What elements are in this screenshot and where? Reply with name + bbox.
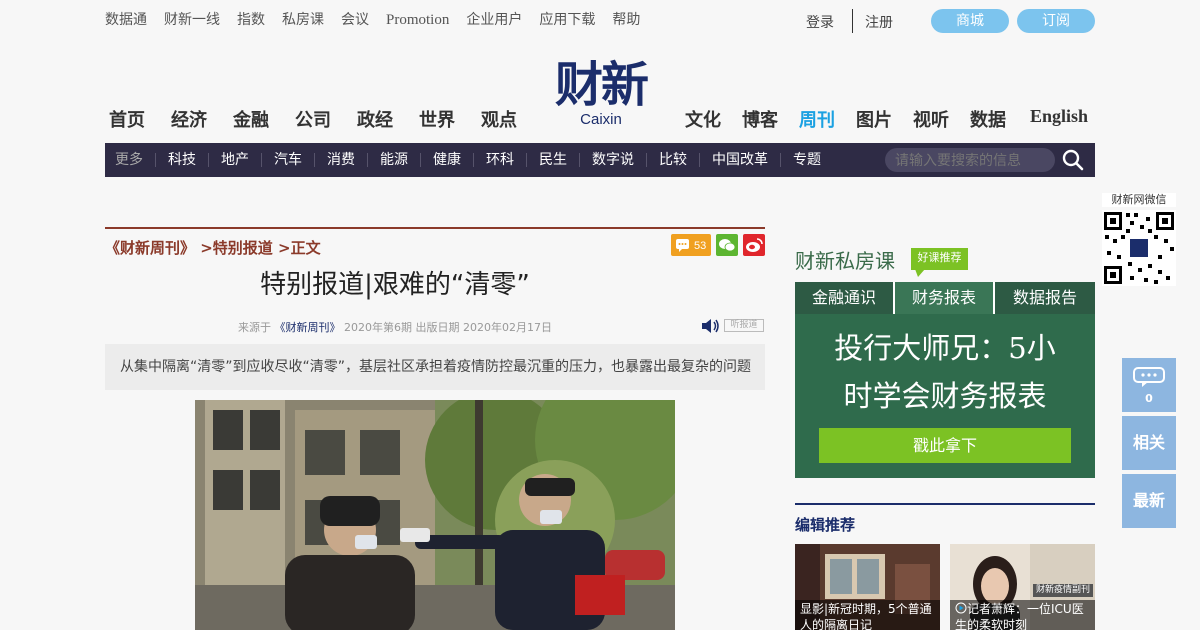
- wechat-qr-code: [1102, 210, 1176, 286]
- article-title: 特别报道|艰难的“清零”: [260, 270, 530, 300]
- nav-item[interactable]: 首页: [109, 106, 145, 132]
- register-link[interactable]: 注册: [865, 12, 893, 32]
- play-icon: [955, 602, 967, 614]
- nav-item[interactable]: 公司: [295, 106, 331, 132]
- sub-nav-item[interactable]: 地产: [208, 153, 261, 167]
- top-link[interactable]: 财新一线: [164, 11, 220, 29]
- meta-date: 2020年第6期 出版日期 2020年02月17日: [344, 321, 552, 334]
- float-comment-count: 0: [1145, 392, 1153, 405]
- nav-item-active[interactable]: 周刊: [799, 106, 835, 132]
- top-link[interactable]: 企业用户: [466, 11, 522, 29]
- tab-data-report[interactable]: 数据报告: [995, 282, 1095, 314]
- article-meta: 来源于 《财新周刊》 2020年第6期 出版日期 2020年02月17日: [105, 319, 685, 335]
- comment-count: 53: [694, 240, 706, 252]
- sub-nav-item[interactable]: 能源: [367, 153, 420, 167]
- login-link[interactable]: 登录: [806, 12, 834, 32]
- top-link[interactable]: 数据通: [105, 11, 147, 29]
- nav-item[interactable]: 经济: [171, 106, 207, 132]
- shop-button[interactable]: 商城: [931, 9, 1009, 33]
- comment-icon: 53: [676, 239, 706, 252]
- search-icon[interactable]: [1062, 149, 1084, 171]
- thumb-tag: 财新疫情副刊: [1032, 584, 1093, 597]
- promo-cta-button[interactable]: 戳此拿下: [819, 428, 1071, 463]
- promo-line-1: 投行大师兄：5小: [834, 331, 1056, 365]
- sub-nav-item[interactable]: 民生: [526, 153, 579, 167]
- editor-pick-rule: [795, 503, 1095, 505]
- comment-count-button[interactable]: 53: [671, 234, 711, 256]
- sub-nav-more[interactable]: 更多: [115, 153, 155, 167]
- qr-label: 财新网微信: [1102, 193, 1176, 207]
- subscribe-button[interactable]: 订阅: [1017, 9, 1095, 33]
- speaker-icon[interactable]: [701, 318, 721, 334]
- nav-item[interactable]: 文化: [685, 106, 721, 132]
- promo-headline: 投行大师兄：5小 时学会财务报表: [795, 324, 1095, 420]
- logo-text-cn: 财新: [554, 57, 649, 113]
- editor-pick-title: 编辑推荐: [795, 516, 856, 534]
- nav-item[interactable]: 数据: [970, 106, 1006, 132]
- nav-item[interactable]: 视听: [913, 106, 949, 132]
- nav-item-english[interactable]: English: [1030, 106, 1088, 127]
- sub-nav-item[interactable]: 健康: [420, 153, 473, 167]
- search-input[interactable]: [885, 148, 1055, 172]
- top-link[interactable]: Promotion: [386, 11, 449, 29]
- tab-financial-statements[interactable]: 财务报表: [893, 282, 995, 314]
- editor-pick-card[interactable]: 财新疫情副刊 记者萧辉：一位ICU医生的柔软时刻: [950, 544, 1095, 630]
- sub-nav-item[interactable]: 比较: [646, 153, 699, 167]
- meta-prefix: 来源于: [238, 321, 271, 334]
- badge-pointer: [915, 269, 925, 277]
- nav-item[interactable]: 博客: [742, 106, 778, 132]
- recommend-badge: 好课推荐: [911, 248, 968, 270]
- top-link[interactable]: 会议: [341, 11, 369, 29]
- sub-nav-item[interactable]: 专题: [780, 153, 833, 167]
- top-link[interactable]: 私房课: [282, 11, 324, 29]
- weibo-icon: [746, 238, 763, 252]
- wechat-share-button[interactable]: [716, 234, 738, 256]
- sub-nav-item[interactable]: 科技: [155, 153, 208, 167]
- comment-bubble-icon: [1133, 367, 1165, 387]
- nav-item[interactable]: 金融: [233, 106, 269, 132]
- private-class-title[interactable]: 财新私房课: [795, 245, 895, 274]
- sub-nav-item[interactable]: 数字说: [579, 153, 646, 167]
- sub-nav-item[interactable]: 环科: [473, 153, 526, 167]
- editor-pick-card[interactable]: 显影|新冠时期，5个普通人的隔离日记: [795, 544, 940, 630]
- divider: [852, 9, 853, 33]
- breadcrumb[interactable]: 《财新周刊》 >特别报道 >正文: [105, 237, 321, 258]
- nav-item[interactable]: 图片: [856, 106, 892, 132]
- top-utility-links: 数据通 财新一线 指数 私房课 会议 Promotion 企业用户 应用下载 帮…: [105, 11, 657, 29]
- top-link[interactable]: 指数: [237, 11, 265, 29]
- nav-item[interactable]: 世界: [419, 106, 455, 132]
- thumb-caption-text: 记者萧辉：一位ICU医生的柔软时刻: [955, 602, 1084, 630]
- caixin-logo[interactable]: 财新 Caixin: [546, 58, 656, 128]
- sub-nav-item[interactable]: 汽车: [261, 153, 314, 167]
- related-float-button[interactable]: 相关: [1122, 416, 1176, 470]
- nav-item[interactable]: 政经: [357, 106, 393, 132]
- sub-nav-item[interactable]: 中国改革: [699, 153, 780, 167]
- weibo-share-button[interactable]: [743, 234, 765, 256]
- article-photo: [195, 400, 675, 630]
- tab-finance-basics[interactable]: 金融通识: [795, 282, 893, 314]
- promo-line-2: 时学会财务报表: [843, 379, 1047, 413]
- thumb-caption: 显影|新冠时期，5个普通人的隔离日记: [795, 600, 940, 630]
- wechat-icon: [719, 239, 736, 252]
- nav-item[interactable]: 观点: [481, 106, 517, 132]
- thumb-caption: 记者萧辉：一位ICU医生的柔软时刻: [950, 600, 1095, 630]
- latest-float-button[interactable]: 最新: [1122, 474, 1176, 528]
- top-link[interactable]: 应用下载: [539, 11, 595, 29]
- article-top-rule: [105, 227, 765, 229]
- sub-nav-items: 更多 科技 地产 汽车 消费 能源 健康 环科 民生 数字说 比较 中国改革 专…: [115, 143, 833, 177]
- article-summary: 从集中隔离“清零”到应收尽收“清零”，基层社区承担着疫情防控最沉重的压力，也暴露…: [105, 344, 765, 390]
- top-link[interactable]: 帮助: [612, 11, 640, 29]
- sub-nav-item[interactable]: 消费: [314, 153, 367, 167]
- listen-button[interactable]: 听报道: [724, 319, 764, 332]
- comments-float-button[interactable]: 0: [1122, 358, 1176, 412]
- logo-text-en: Caixin: [580, 111, 622, 128]
- meta-source[interactable]: 《财新周刊》: [275, 321, 341, 334]
